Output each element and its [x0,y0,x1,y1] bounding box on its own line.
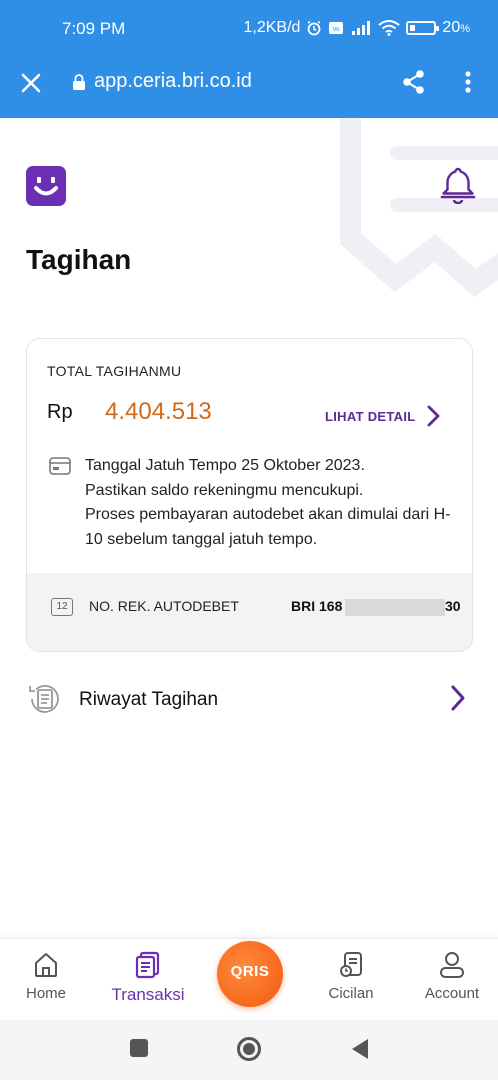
nav-label: Transaksi [111,985,185,1004]
autodebit-account-suffix: 30 [445,598,461,614]
home-circle-icon[interactable] [236,1036,262,1062]
nav-home[interactable]: Home [1,947,91,1013]
nav-transaksi[interactable]: Transaksi [103,947,193,1013]
back-icon[interactable] [350,1037,370,1061]
bill-history-label: Riwayat Tagihan [79,689,219,710]
view-detail-label: LIHAT DETAIL [325,408,416,424]
view-detail-link[interactable]: LIHAT DETAIL [325,405,440,427]
transaction-icon [135,951,160,979]
share-icon[interactable] [400,68,428,96]
network-speed: 1,2KB/d [243,19,301,36]
background-decoration [340,118,498,298]
bill-amount: 4.404.513 [105,398,212,425]
info-line: Tanggal Jatuh Tempo 25 Oktober 2023. [85,457,365,474]
volte-icon: Vo [329,22,344,34]
nav-label: Home [25,985,66,1002]
bottom-navigation: Home Transaksi QRIS Cicilan Account [0,938,498,1020]
autodebit-account-row: 12 NO. REK. AUTODEBET BRI 168 30 [27,573,472,651]
nav-cicilan[interactable]: Cicilan [306,947,396,1013]
account-number-mask [345,599,445,616]
battery-icon [406,21,440,35]
autodebit-account-prefix: BRI 168 [291,598,343,614]
info-line: Pastikan saldo rekeningmu mencukupi. [85,481,364,499]
currency-label: Rp [47,401,73,423]
page-title: Tagihan [26,244,132,275]
browser-toolbar: app.ceria.bri.co.id [0,58,498,118]
installment-icon [340,952,362,977]
chevron-right-icon [451,685,465,711]
address-bar[interactable]: app.ceria.bri.co.id [72,70,252,93]
url-text: app.ceria.bri.co.id [94,70,252,92]
total-bill-label: TOTAL TAGIHANMU [47,363,182,379]
status-time: 7:09 PM [62,19,126,38]
history-receipt-icon [29,685,59,713]
bell-icon[interactable] [440,164,476,204]
qris-icon: QRIS [230,963,270,980]
lock-icon [73,73,85,90]
alarm-icon [307,20,321,36]
recents-icon[interactable] [129,1038,149,1058]
system-navigation [0,1020,498,1080]
due-date-info: Tanggal Jatuh Tempo 25 Oktober 2023. Pas… [85,454,465,552]
nav-label: Cicilan [328,985,374,1002]
billing-page: Tagihan TOTAL TAGIHANMU Rp 4.404.513 LIH… [0,118,498,938]
nav-label: Account [424,985,480,1002]
status-indicators: 1,2KB/d Vo 20% [243,19,470,37]
home-icon [35,953,57,977]
nav-account[interactable]: Account [407,947,497,1013]
more-vert-icon[interactable] [458,68,478,96]
autodebit-account-label: NO. REK. AUTODEBET [89,598,239,614]
account-icon [440,952,464,978]
bill-summary-card: TOTAL TAGIHANMU Rp 4.404.513 LIHAT DETAI… [26,338,473,652]
card-payment-icon [49,457,71,475]
calendar-icon: 12 [51,598,73,616]
svg-text:Vo: Vo [333,26,341,33]
info-line: Proses pembayaran autodebet akan dimulai… [85,506,451,548]
chevron-right-icon [427,405,439,427]
bill-history-row[interactable]: Riwayat Tagihan [26,678,473,724]
qris-button[interactable]: QRIS [217,941,283,1007]
battery-level: 20% [442,19,470,36]
signal-icon [352,21,371,35]
close-icon[interactable] [18,70,44,96]
status-bar: 7:09 PM 1,2KB/d Vo 20% [0,0,498,58]
wifi-icon [378,20,401,36]
ceria-logo-icon [26,166,66,206]
